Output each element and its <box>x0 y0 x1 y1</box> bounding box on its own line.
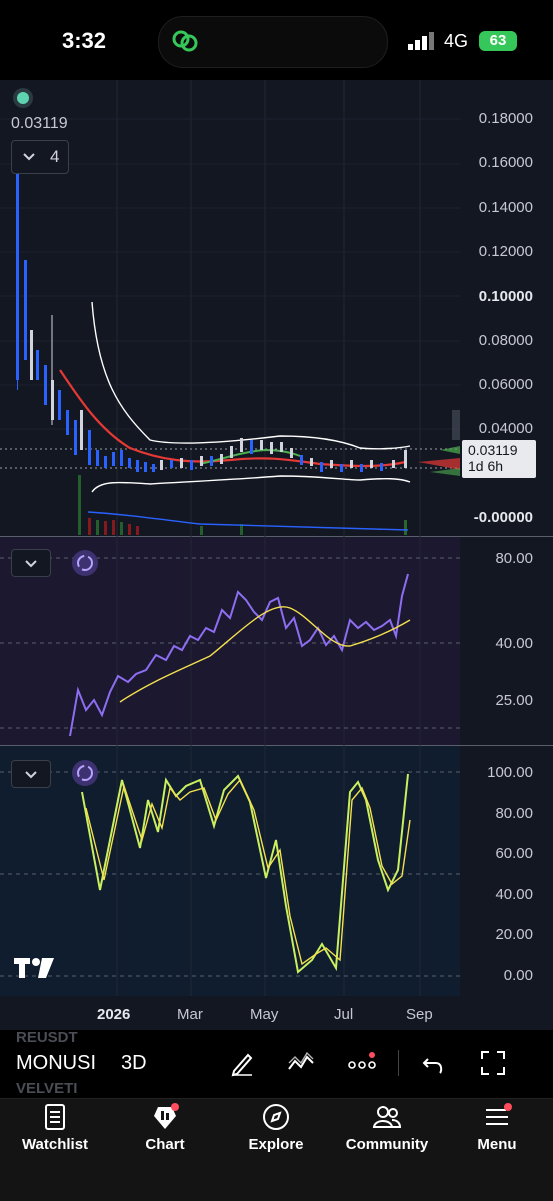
next-symbol[interactable]: VELVETI <box>16 1080 77 1097</box>
status-bar: 3:32 4G 63 <box>0 0 553 80</box>
price-axis-label: 0.06000 <box>478 376 533 393</box>
nav-label: Watchlist <box>21 1136 89 1153</box>
nav-explore[interactable]: Explore <box>221 1102 331 1153</box>
time-axis-label: Jul <box>334 1006 354 1023</box>
symbol-name[interactable]: MONUSI <box>16 1052 96 1075</box>
nav-label: Explore <box>248 1136 304 1153</box>
chevron-down-icon <box>25 560 37 568</box>
sync-icon[interactable] <box>72 550 98 576</box>
undo-icon[interactable] <box>420 1049 448 1077</box>
stoch-axis-label: 20.00 <box>495 926 533 943</box>
last-price-label: 0.03119 <box>11 115 68 132</box>
status-time: 3:32 <box>62 28 107 53</box>
battery-icon: 63 <box>479 31 517 51</box>
rsi-axis-label: 40.00 <box>495 635 533 652</box>
nav-watchlist[interactable]: Watchlist <box>0 1102 110 1153</box>
refresh-icon <box>77 765 93 781</box>
stoch-axis-label: 100.00 <box>487 764 533 781</box>
community-icon <box>372 1106 402 1128</box>
compass-icon <box>263 1104 289 1130</box>
nav-label: Community <box>345 1136 429 1153</box>
signal-icon <box>408 32 434 50</box>
stoch-axis-label: 40.00 <box>495 886 533 903</box>
nav-label: Chart <box>145 1136 185 1153</box>
price-axis-label: 0.10000 <box>478 288 533 305</box>
refresh-icon <box>77 555 93 571</box>
prev-symbol[interactable]: REUSDT <box>16 1029 78 1046</box>
dynamic-island <box>158 16 388 68</box>
indicators-toggle-button[interactable]: 4 <box>11 140 69 174</box>
timeframe-button[interactable]: 3D <box>121 1052 147 1075</box>
stoch-axis-label: 80.00 <box>495 805 533 822</box>
current-price-tag: 0.03119 1d 6h <box>462 440 536 478</box>
price-axis-label: 0.08000 <box>478 332 533 349</box>
draw-pen-icon[interactable] <box>228 1049 256 1077</box>
current-price: 0.03119 <box>468 442 518 458</box>
stoch-axis-label: 0.00 <box>503 967 533 984</box>
rsi-axis-label: 80.00 <box>495 550 533 567</box>
chevron-down-icon <box>23 153 35 161</box>
time-axis[interactable] <box>0 996 460 1030</box>
stoch-collapse-button[interactable] <box>11 760 51 788</box>
watchlist-icon <box>45 1104 65 1130</box>
candle-countdown: 1d 6h <box>468 458 504 474</box>
sync-icon[interactable] <box>72 760 98 786</box>
price-axis-label: -0.00000 <box>473 509 533 526</box>
toolbar-divider <box>398 1050 399 1076</box>
nav-menu[interactable]: Menu <box>442 1102 552 1153</box>
price-axis-label: 0.16000 <box>478 154 533 171</box>
menu-icon <box>486 1103 512 1125</box>
rsi-axis-label: 25.00 <box>495 692 533 709</box>
battery-level: 63 <box>489 32 507 49</box>
nav-label: Menu <box>477 1136 517 1153</box>
network-type: 4G <box>444 31 469 51</box>
time-axis-label: 2026 <box>97 1006 131 1023</box>
price-axis-label: 0.12000 <box>478 243 533 260</box>
tradingview-logo-icon <box>14 958 54 978</box>
stoch-axis-label: 60.00 <box>495 845 533 862</box>
fullscreen-icon[interactable] <box>479 1049 507 1077</box>
indicators-count: 4 <box>50 147 60 166</box>
live-indicator-icon <box>17 92 29 104</box>
rsi-collapse-button[interactable] <box>11 549 51 577</box>
nav-community[interactable]: Community <box>332 1102 442 1153</box>
indicators-icon[interactable] <box>287 1049 315 1077</box>
link-icon <box>172 30 198 52</box>
chart-icon <box>154 1103 179 1129</box>
time-axis-label: May <box>250 1006 279 1023</box>
more-icon[interactable] <box>348 1049 376 1077</box>
chevron-down-icon <box>25 771 37 779</box>
time-axis-label: Mar <box>177 1006 203 1023</box>
time-axis-label: Sep <box>406 1006 433 1023</box>
price-axis-label: 0.04000 <box>478 420 533 437</box>
price-axis-label: 0.18000 <box>478 110 533 127</box>
price-axis-label: 0.14000 <box>478 199 533 216</box>
status-dot[interactable] <box>13 88 33 108</box>
nav-chart[interactable]: Chart <box>110 1102 220 1153</box>
